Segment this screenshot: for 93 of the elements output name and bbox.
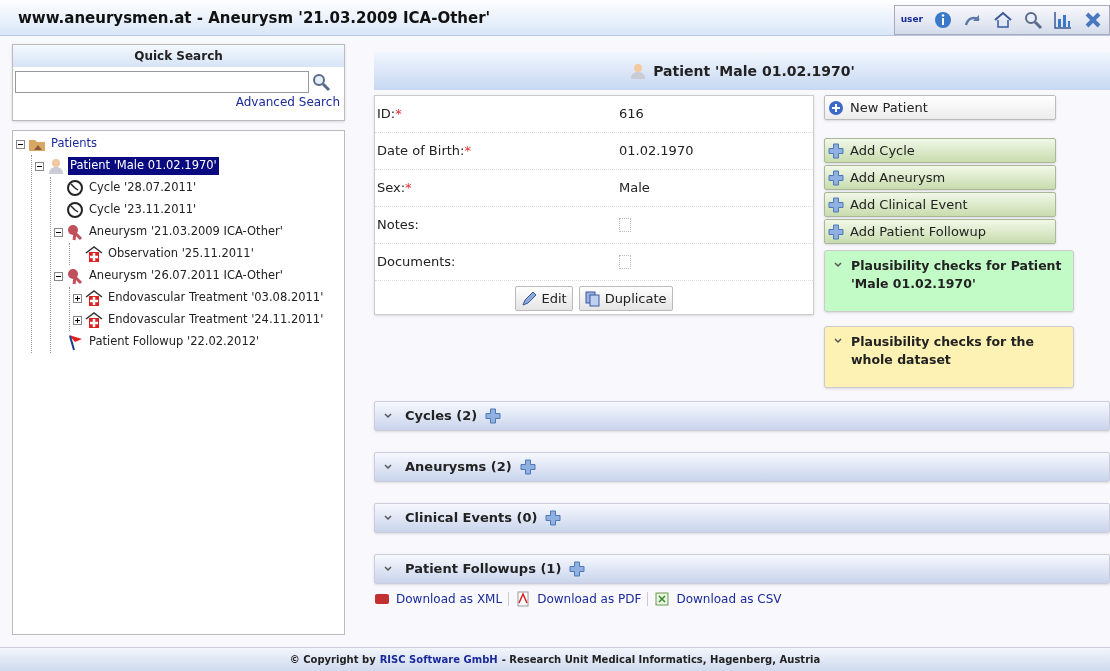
- copyright-text: © Copyright by: [289, 653, 376, 667]
- flag-icon: [66, 333, 84, 351]
- download-link[interactable]: Download as PDF: [537, 590, 642, 608]
- aneurysm-icon: [66, 267, 84, 285]
- field-value: 616: [619, 105, 644, 124]
- download-link[interactable]: Download as CSV: [676, 590, 782, 608]
- plus-icon: [828, 169, 844, 186]
- add-button[interactable]: Add Patient Followup: [824, 219, 1056, 244]
- edit-button[interactable]: Edit: [515, 286, 573, 311]
- chevron-icon: [833, 260, 843, 270]
- collapse-icon[interactable]: [15, 139, 25, 149]
- section-title: Clinical Events (0): [405, 509, 538, 528]
- person-icon: [629, 62, 648, 80]
- section-header[interactable]: Aneurysms (2): [374, 452, 1110, 482]
- pdf-icon: [515, 591, 532, 607]
- tree-item[interactable]: Cycle '23.11.2011': [87, 201, 199, 219]
- company-link[interactable]: RISC Software GmbH: [379, 652, 498, 667]
- plus-icon: [828, 142, 844, 159]
- section-header[interactable]: Cycles (2): [374, 401, 1110, 431]
- search-icon[interactable]: [1023, 10, 1043, 30]
- chevron-icon: [383, 462, 393, 472]
- hospital-icon: [85, 289, 103, 307]
- plus-icon: [828, 223, 844, 240]
- section-header[interactable]: Clinical Events (0): [374, 503, 1110, 533]
- plus-icon: [828, 99, 844, 116]
- clock-icon: [66, 179, 84, 197]
- clock-icon: [66, 201, 84, 219]
- section-title: Patient Followups (1): [405, 560, 562, 579]
- patient-title: Patient 'Male 01.02.1970': [653, 61, 855, 81]
- section-header[interactable]: Patient Followups (1): [374, 554, 1110, 584]
- field-value: 01.02.1970: [619, 142, 694, 161]
- copyright-text: - Research Unit Medical Informatics, Hagenberg, Austria: [501, 653, 821, 667]
- chevron-icon: [383, 564, 393, 574]
- person-icon: [47, 157, 65, 175]
- new-patient-button[interactable]: New Patient: [824, 95, 1056, 120]
- chevron-icon: [833, 336, 843, 346]
- expand-icon[interactable]: [72, 293, 82, 303]
- panel-title: Quick Search: [13, 45, 344, 67]
- field-label: ID:*: [376, 105, 403, 124]
- add-icon: [569, 561, 586, 577]
- add-button[interactable]: Add Clinical Event: [824, 192, 1056, 217]
- panel-title: Plausibility checks for the whole dataset: [851, 333, 1035, 369]
- expand-icon[interactable]: [72, 315, 82, 325]
- search-field[interactable]: [15, 71, 309, 93]
- duplicate-button[interactable]: Duplicate: [578, 286, 673, 311]
- panel-title: Plausibility checks for Patient 'Male 01.02.1970': [851, 257, 1063, 293]
- empty-field: [619, 218, 631, 232]
- field-value: Male: [619, 179, 650, 198]
- tree-item[interactable]: Patient Followup '22.02.2012': [87, 333, 262, 351]
- add-icon: [545, 510, 562, 526]
- chevron-icon: [383, 411, 393, 421]
- hospital-icon: [85, 311, 103, 329]
- info-icon[interactable]: [933, 10, 953, 30]
- copy-icon: [584, 290, 601, 307]
- field-label: Documents:: [376, 253, 457, 272]
- field-label: Sex:*: [376, 179, 413, 198]
- pencil-icon: [521, 290, 538, 307]
- plausibility-panel[interactable]: Plausibility checks for the whole dataset: [824, 326, 1074, 388]
- plausibility-panel[interactable]: Plausibility checks for Patient 'Male 01.02.1970': [824, 250, 1074, 312]
- add-icon: [519, 459, 536, 475]
- home-icon[interactable]: [993, 10, 1013, 30]
- tree-item[interactable]: Aneurysm '26.07.2011 ICA-Other': [87, 267, 285, 285]
- close-icon[interactable]: [1083, 10, 1103, 30]
- tree-item[interactable]: Patients: [49, 135, 100, 153]
- section-title: Cycles (2): [405, 407, 478, 426]
- window-title: www.aneurysmen.at - Aneurysm '21.03.2009 ICA-Other': [18, 7, 491, 29]
- collapse-icon[interactable]: [53, 227, 63, 237]
- tree-item[interactable]: Patient 'Male 01.02.1970': [68, 157, 219, 175]
- tree-item[interactable]: Aneurysm '21.03.2009 ICA-Other': [87, 223, 285, 241]
- search-icon[interactable]: [311, 72, 331, 92]
- field-label: Notes:: [376, 216, 420, 235]
- file-icon: [374, 591, 390, 607]
- add-button[interactable]: Add Cycle: [824, 138, 1056, 163]
- spreadsheet-icon: [654, 591, 671, 607]
- field-label: Date of Birth:*: [376, 142, 472, 161]
- empty-field: [619, 255, 631, 269]
- collapse-icon[interactable]: [34, 161, 44, 171]
- add-icon: [485, 408, 502, 424]
- section-title: Aneurysms (2): [405, 458, 512, 477]
- chevron-icon: [383, 513, 393, 523]
- advanced-search-link[interactable]: Advanced Search: [235, 93, 340, 111]
- hospital-icon: [85, 245, 103, 263]
- chart-icon[interactable]: [1053, 10, 1073, 30]
- tree-item[interactable]: Endovascular Treatment '24.11.2011': [106, 311, 326, 329]
- user-label[interactable]: user: [900, 13, 923, 27]
- tree-item[interactable]: Cycle '28.07.2011': [87, 179, 199, 197]
- collapse-icon[interactable]: [53, 271, 63, 281]
- aneurysm-icon: [66, 223, 84, 241]
- tree-item[interactable]: Endovascular Treatment '03.08.2011': [106, 289, 326, 307]
- download-link[interactable]: Download as XML: [396, 590, 503, 608]
- add-button[interactable]: Add Aneurysm: [824, 165, 1056, 190]
- tree-item[interactable]: Observation '25.11.2011': [106, 245, 256, 263]
- plus-icon: [828, 196, 844, 213]
